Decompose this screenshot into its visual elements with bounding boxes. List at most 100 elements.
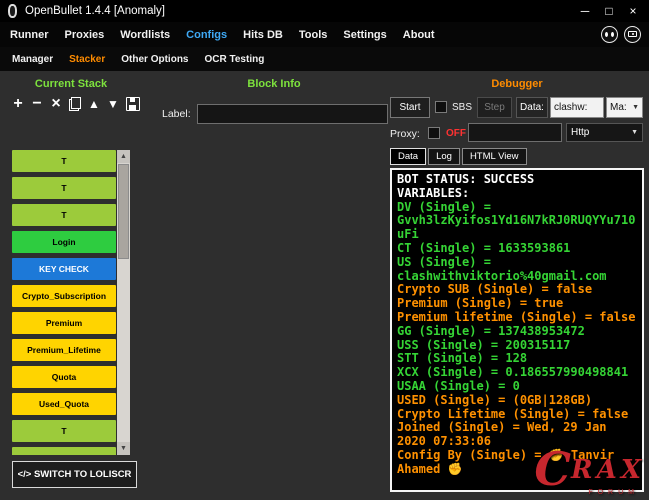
submenu-stacker[interactable]: Stacker	[61, 54, 113, 65]
scrollbar-thumb[interactable]	[118, 164, 129, 259]
stack-block[interactable]: T	[12, 420, 116, 442]
stack-block[interactable]: Login	[12, 231, 116, 253]
stack-block-list: T T T Login KEY CHECK Crypto_Subscriptio…	[12, 150, 116, 455]
menu-hitsdb[interactable]: Hits DB	[235, 29, 291, 41]
debug-line: VARIABLES:	[397, 187, 637, 201]
debug-line: DV (Single) = Gvvh3lzKyifos1Yd16N7kRJ0RU…	[397, 201, 637, 242]
debug-line: XCX (Single) = 0.186557990498841	[397, 366, 637, 380]
proxy-input[interactable]	[468, 123, 562, 142]
debug-line: STT (Single) = 128	[397, 352, 637, 366]
remove-block-icon[interactable]: −	[31, 95, 43, 113]
debug-line: Crypto Lifetime (Single) = false	[397, 408, 637, 422]
proxy-type-value: Http	[571, 127, 589, 138]
debugger-tabs: Data Log HTML View	[390, 148, 527, 165]
stack-block[interactable]: Used_Quota	[12, 393, 116, 415]
tab-data[interactable]: Data	[390, 148, 426, 165]
save-config-icon[interactable]	[126, 97, 140, 111]
debug-line: Joined (Single) = Wed, 29 Jan 2020 07:33…	[397, 421, 637, 449]
debug-line: USED (Single) = (0GB|128GB)	[397, 394, 637, 408]
chevron-down-icon[interactable]: ▼	[631, 129, 638, 136]
menu-tools[interactable]: Tools	[291, 29, 336, 41]
clone-block-icon[interactable]	[69, 97, 81, 111]
proxy-type-dropdown[interactable]: Http ▼	[566, 123, 643, 142]
clear-stack-icon[interactable]: ×	[50, 95, 62, 113]
menu-settings[interactable]: Settings	[335, 29, 394, 41]
debug-line: USS (Single) = 200315117	[397, 339, 637, 353]
debug-data-input[interactable]: clashw:	[550, 97, 604, 118]
debug-line: Premium (Single) = true	[397, 297, 637, 311]
window-title: OpenBullet 1.4.4 [Anomaly]	[25, 5, 573, 17]
proxy-caption: Proxy:	[390, 128, 420, 140]
debug-line: CT (Single) = 1633593861	[397, 242, 637, 256]
debugger-output: BOT STATUS: SUCCESS VARIABLES: DV (Singl…	[390, 168, 644, 492]
discord-icon-dot	[605, 32, 608, 37]
main-menubar: Runner Proxies Wordlists Configs Hits DB…	[0, 22, 649, 47]
close-button[interactable]: ×	[621, 2, 645, 20]
discord-icon[interactable]	[601, 26, 618, 43]
sbs-label: SBS	[452, 102, 472, 113]
proxy-status: OFF	[446, 128, 466, 139]
debug-line: Crypto SUB (Single) = false	[397, 283, 637, 297]
discord-icon-dot	[611, 32, 614, 37]
submenu-other-options[interactable]: Other Options	[113, 54, 196, 65]
label-caption: Label:	[162, 108, 191, 120]
chevron-down-icon[interactable]: ▼	[632, 104, 639, 111]
stack-block[interactable]: T	[12, 150, 116, 172]
stack-toolbar: + − × ▲ ▼	[12, 93, 140, 115]
wordlist-type-dropdown[interactable]: Ma: ▼	[606, 97, 643, 118]
menu-configs[interactable]: Configs	[178, 29, 235, 41]
move-down-icon[interactable]: ▼	[107, 95, 119, 113]
stack-block[interactable]: Quota	[12, 366, 116, 388]
debugger-title: Debugger	[390, 78, 644, 90]
stack-block[interactable]: T	[12, 447, 116, 455]
stack-block[interactable]: T	[12, 204, 116, 226]
stack-block[interactable]: Premium	[12, 312, 116, 334]
watermark-rest: RAX	[571, 457, 645, 483]
menu-proxies[interactable]: Proxies	[57, 29, 113, 41]
move-up-icon[interactable]: ▲	[88, 95, 100, 113]
block-info-title: Block Info	[158, 78, 390, 90]
stack-block[interactable]: Crypto_Subscription	[12, 285, 116, 307]
main-content: Current Stack Block Info Debugger + − × …	[0, 71, 649, 500]
proxy-checkbox[interactable]	[428, 127, 440, 139]
stack-scrollbar[interactable]: ▲ ▼	[117, 150, 130, 455]
crax-forum-watermark: C RAX FORUM	[534, 451, 645, 496]
sbs-checkbox[interactable]	[435, 101, 447, 113]
tab-log[interactable]: Log	[428, 148, 460, 165]
start-button[interactable]: Start	[390, 97, 430, 118]
scroll-down-icon[interactable]: ▼	[117, 442, 130, 455]
debug-line: US (Single) = clashwithviktorio%40gmail.…	[397, 256, 637, 284]
titlebar: OpenBullet 1.4.4 [Anomaly] ─ □ ×	[0, 0, 649, 22]
debug-line: Premium lifetime (Single) = false	[397, 311, 637, 325]
watermark-c: C	[534, 451, 571, 488]
minimize-button[interactable]: ─	[573, 2, 597, 20]
menu-wordlists[interactable]: Wordlists	[112, 29, 178, 41]
submenu-ocr-testing[interactable]: OCR Testing	[197, 54, 273, 65]
submenu-manager[interactable]: Manager	[4, 54, 61, 65]
app-window: OpenBullet 1.4.4 [Anomaly] ─ □ × Runner …	[0, 0, 649, 500]
stack-block[interactable]: Premium_Lifetime	[12, 339, 116, 361]
configs-submenu: Manager Stacker Other Options OCR Testin…	[0, 47, 649, 71]
scroll-up-icon[interactable]: ▲	[117, 150, 130, 163]
watermark-brand: C RAX	[534, 451, 645, 488]
label-input[interactable]	[197, 104, 388, 124]
tab-html-view[interactable]: HTML View	[462, 148, 527, 165]
camera-icon-body	[628, 31, 637, 37]
stack-block[interactable]: T	[12, 177, 116, 199]
debug-line: GG (Single) = 137438953472	[397, 325, 637, 339]
camera-icon[interactable]	[624, 26, 641, 43]
menu-about[interactable]: About	[395, 29, 443, 41]
debug-line: USAA (Single) = 0	[397, 380, 637, 394]
menu-runner[interactable]: Runner	[2, 29, 57, 41]
switch-to-loliscript-button[interactable]: </> SWITCH TO LOLISCR	[12, 461, 137, 488]
debug-line: BOT STATUS: SUCCESS	[397, 173, 637, 187]
menubar-icons	[595, 26, 641, 43]
current-stack-title: Current Stack	[8, 78, 134, 90]
stack-block[interactable]: KEY CHECK	[12, 258, 116, 280]
app-logo-icon	[8, 4, 17, 18]
maximize-button[interactable]: □	[597, 2, 621, 20]
add-block-icon[interactable]: +	[12, 95, 24, 113]
step-button[interactable]: Step	[477, 97, 512, 118]
data-caption: Data:	[516, 97, 548, 118]
wordlist-type-value: Ma:	[610, 102, 627, 113]
